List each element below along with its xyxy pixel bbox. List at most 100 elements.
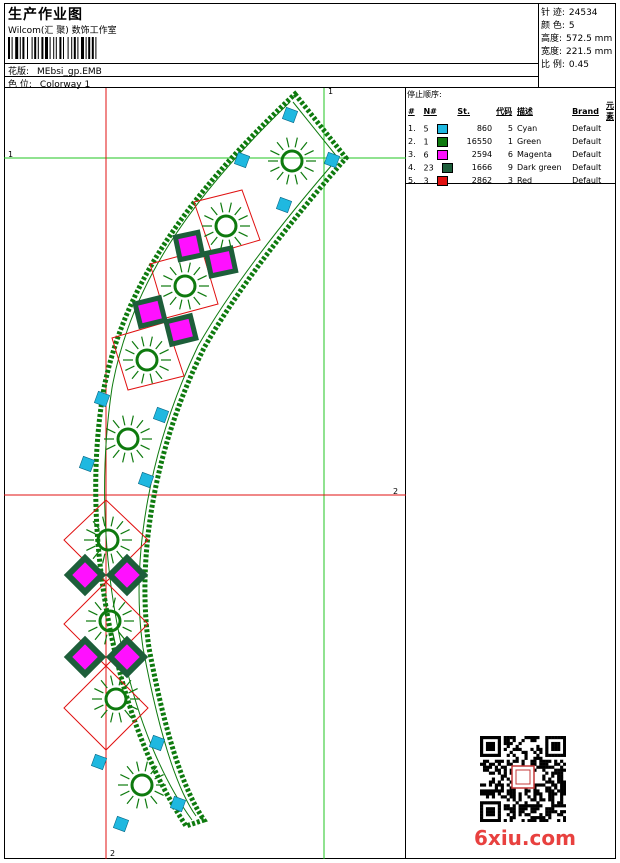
col-header: # bbox=[408, 106, 415, 116]
col-header: Brand bbox=[572, 106, 599, 116]
guide-label: 1 bbox=[8, 150, 13, 159]
row-stitches: 2862 bbox=[471, 176, 493, 185]
row-needle: 23 bbox=[423, 163, 434, 172]
qr-code bbox=[480, 736, 566, 822]
cyan-square bbox=[148, 734, 166, 752]
cyan-square bbox=[169, 795, 187, 813]
row-element bbox=[604, 174, 616, 187]
sunburst-ring bbox=[96, 528, 120, 552]
row-index: 1. bbox=[408, 124, 416, 133]
row-needle: 3 bbox=[423, 176, 429, 185]
sunburst-ring bbox=[173, 274, 197, 298]
stat-scale: 比 例: 0.45 bbox=[541, 57, 589, 70]
row-element bbox=[604, 161, 616, 174]
stat-label: 宽度: bbox=[541, 47, 563, 57]
stop-sequence-title: 停止顺序: bbox=[407, 90, 442, 99]
color-swatch bbox=[436, 136, 448, 147]
cyan-square bbox=[281, 106, 299, 124]
row-description: Magenta bbox=[516, 150, 552, 159]
row-needle-cell: 23 bbox=[421, 161, 455, 174]
stat-value: 0.45 bbox=[568, 60, 589, 70]
sunburst-ring bbox=[214, 214, 238, 238]
cyan-square bbox=[152, 406, 170, 424]
row-needle: 5 bbox=[423, 124, 429, 133]
col-header: 描述 bbox=[516, 106, 533, 116]
table-header-row: # N# St. 代码 描述 Brand 元素 bbox=[406, 100, 616, 122]
guide-label: 2 bbox=[393, 487, 398, 496]
row-stitches: 860 bbox=[476, 124, 493, 133]
stat-width: 宽度: 221.5 mm bbox=[541, 44, 612, 57]
watermark: 6xiu.com bbox=[474, 826, 576, 850]
page-title: 生产作业图 bbox=[8, 7, 83, 23]
table-row: 4. 23 1666 9 Dark green Default bbox=[406, 161, 616, 174]
row-stitches: 1666 bbox=[471, 163, 493, 172]
guide-label: 1 bbox=[328, 88, 333, 96]
row-description: Cyan bbox=[516, 124, 538, 133]
row-brand: Default bbox=[572, 150, 602, 159]
cyan-square bbox=[323, 151, 341, 169]
row-code: 6 bbox=[507, 150, 513, 159]
studio-name: Wilcom(汇 聚) 数饰工作室 bbox=[8, 26, 117, 36]
color-swatch bbox=[436, 175, 448, 186]
row-needle-cell: 1 bbox=[421, 135, 455, 148]
table-row: 1. 5 860 5 Cyan Default bbox=[406, 122, 616, 135]
guide-label: 2 bbox=[110, 849, 115, 858]
sunburst-ring bbox=[116, 427, 140, 451]
row-code: 3 bbox=[507, 176, 513, 185]
col-header: 元素 bbox=[606, 101, 614, 121]
row-code: 1 bbox=[507, 137, 513, 146]
qr-logo bbox=[511, 765, 535, 789]
row-description: Dark green bbox=[516, 163, 562, 172]
magenta-blocks-upper bbox=[132, 229, 239, 348]
row-element bbox=[604, 148, 616, 161]
row-stitches: 2594 bbox=[471, 150, 493, 159]
cyan-square bbox=[93, 390, 111, 408]
stat-stitches: 针 迹: 24534 bbox=[541, 5, 598, 18]
band-border-inner bbox=[138, 101, 339, 817]
row-needle-cell: 5 bbox=[421, 122, 455, 135]
embroidery-drawing: 1 1 2 2 bbox=[4, 87, 406, 859]
stat-label: 颜 色: bbox=[541, 21, 565, 31]
row-needle-cell: 6 bbox=[421, 148, 455, 161]
color-swatch bbox=[436, 149, 448, 160]
row-description: Red bbox=[516, 176, 533, 185]
sunburst-ring bbox=[135, 348, 159, 372]
row-needle-cell: 3 bbox=[421, 174, 455, 187]
row-stitches: 16550 bbox=[466, 137, 493, 146]
table-row: 2. 1 16550 1 Green Default bbox=[406, 135, 616, 148]
stat-label: 高度: bbox=[541, 34, 563, 44]
row-element bbox=[604, 122, 616, 135]
row-code: 5 bbox=[507, 124, 513, 133]
stat-value: 5 bbox=[568, 21, 575, 31]
barcode bbox=[8, 37, 97, 59]
stats-panel: 针 迹: 24534 颜 色: 5 高度: 572.5 mm 宽度: 221.5 mm … bbox=[539, 3, 616, 88]
color-swatch bbox=[436, 123, 448, 134]
row-brand: Default bbox=[572, 137, 602, 146]
cyan-square bbox=[275, 196, 293, 214]
cyan-square bbox=[112, 815, 130, 833]
col-header: N# bbox=[423, 106, 437, 116]
row-code: 9 bbox=[507, 163, 513, 172]
row-brand: Default bbox=[572, 176, 602, 185]
stat-value: 24534 bbox=[568, 8, 598, 18]
stat-label: 针 迹: bbox=[541, 8, 565, 18]
row-index: 3. bbox=[408, 150, 416, 159]
col-header: St. bbox=[457, 106, 470, 116]
stop-sequence-table: # N# St. 代码 描述 Brand 元素 1. 5 860 5 Cyan Defau… bbox=[406, 100, 616, 187]
row-index: 2. bbox=[408, 137, 416, 146]
cyan-square bbox=[78, 455, 96, 473]
table-row: 3. 6 2594 6 Magenta Default bbox=[406, 148, 616, 161]
cyan-square bbox=[90, 753, 108, 771]
cyan-square bbox=[137, 471, 155, 489]
stop-sequence-panel: 停止顺序: # N# St. 代码 描述 Brand 元素 1. 5 860 5 Cya… bbox=[406, 88, 616, 187]
sunburst-ring bbox=[130, 773, 154, 797]
col-header: 代码 bbox=[496, 106, 513, 116]
row-description: Green bbox=[516, 137, 542, 146]
row-needle: 6 bbox=[423, 150, 429, 159]
header-info: 生产作业图 Wilcom(汇 聚) 数饰工作室 花版: MEbsi_gp.EMB … bbox=[4, 3, 539, 90]
row-element bbox=[604, 135, 616, 148]
row-index: 5. bbox=[408, 176, 416, 185]
row-index: 4. bbox=[408, 163, 416, 172]
stat-colors: 颜 色: 5 bbox=[541, 18, 575, 31]
row-needle: 1 bbox=[423, 137, 429, 146]
